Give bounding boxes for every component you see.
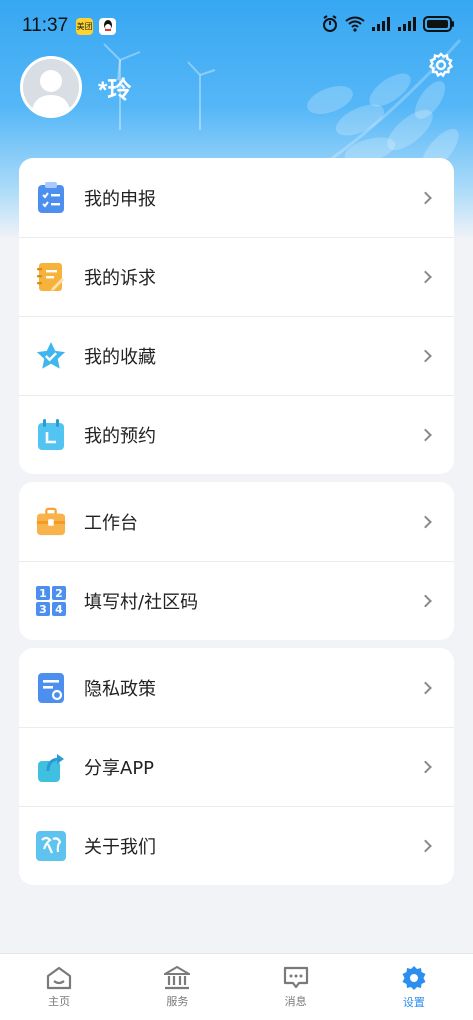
chevron-right-icon xyxy=(419,515,432,528)
gear-icon xyxy=(402,965,426,990)
notebook-pen-icon xyxy=(36,261,66,293)
menu-card-work: 工作台 1234 填写村/社区码 xyxy=(19,482,454,640)
menu-item-label: 工作台 xyxy=(84,512,138,534)
chevron-right-icon xyxy=(419,191,432,204)
menu-item-label: 填写村/社区码 xyxy=(84,591,199,613)
chevron-right-icon xyxy=(419,760,432,773)
about-logo-icon xyxy=(36,830,66,862)
svg-text:4: 4 xyxy=(55,603,63,616)
chevron-right-icon xyxy=(419,349,432,362)
menu-card-about: 隐私政策 分享APP 关于我们 xyxy=(19,648,454,885)
tab-label: 服务 xyxy=(166,994,189,1008)
svg-text:2: 2 xyxy=(55,587,63,600)
bottom-tab-bar: 主页 服务 消息 设置 xyxy=(0,953,473,1020)
battery-icon xyxy=(423,16,455,36)
chevron-right-icon xyxy=(419,681,432,694)
gear-icon xyxy=(428,52,454,78)
chevron-right-icon xyxy=(419,428,432,441)
number-grid-icon: 1234 xyxy=(36,585,66,617)
status-time: 11:37 xyxy=(22,15,69,36)
calendar-icon xyxy=(36,418,66,451)
menu-item-label: 隐私政策 xyxy=(84,678,156,700)
clipboard-checklist-icon xyxy=(36,181,66,214)
chevron-right-icon xyxy=(419,594,432,607)
chevron-right-icon xyxy=(419,839,432,852)
tab-label: 消息 xyxy=(284,994,307,1008)
chevron-right-icon xyxy=(419,270,432,283)
user-profile[interactable]: *玲 xyxy=(20,56,131,118)
svg-text:3: 3 xyxy=(39,603,47,616)
home-icon xyxy=(47,966,72,989)
menu-item-label: 我的申报 xyxy=(84,188,156,210)
menu-item-share-app[interactable]: 分享APP xyxy=(19,727,454,806)
svg-text:1: 1 xyxy=(39,587,47,600)
menu-item-community-code[interactable]: 1234 填写村/社区码 xyxy=(19,561,454,640)
signal-icon xyxy=(371,16,391,36)
menu-item-about-us[interactable]: 关于我们 xyxy=(19,806,454,885)
menu-item-label: 关于我们 xyxy=(84,836,156,858)
menu-item-my-favorites[interactable]: 我的收藏 xyxy=(19,316,454,395)
menu-item-label: 我的预约 xyxy=(84,425,156,447)
settings-button[interactable] xyxy=(426,50,456,80)
tab-label: 主页 xyxy=(48,994,71,1008)
menu-item-privacy-policy[interactable]: 隐私政策 xyxy=(19,648,454,727)
message-icon xyxy=(283,966,308,988)
menu-item-my-appointments[interactable]: 我的预约 xyxy=(19,395,454,474)
star-check-icon xyxy=(36,340,66,372)
wifi-icon xyxy=(345,16,365,36)
menu-item-workbench[interactable]: 工作台 xyxy=(19,482,454,561)
tab-home[interactable]: 主页 xyxy=(0,954,118,1020)
menu-item-label: 我的诉求 xyxy=(84,267,156,289)
menu-item-my-declarations[interactable]: 我的申报 xyxy=(19,158,454,237)
tab-messages[interactable]: 消息 xyxy=(237,954,355,1020)
menu-item-label: 分享APP xyxy=(84,757,155,779)
menu-item-my-appeals[interactable]: 我的诉求 xyxy=(19,237,454,316)
qq-icon xyxy=(99,17,117,35)
signal-icon xyxy=(397,16,417,36)
bank-icon xyxy=(164,965,191,989)
tab-label: 设置 xyxy=(402,995,425,1009)
share-arrow-icon xyxy=(36,751,66,783)
menu-card-personal: 我的申报 我的诉求 我的收藏 我的预约 xyxy=(19,158,454,474)
alarm-icon xyxy=(321,15,339,37)
menu-item-label: 我的收藏 xyxy=(84,346,156,368)
tab-services[interactable]: 服务 xyxy=(118,954,236,1020)
policy-document-icon xyxy=(36,672,66,704)
avatar[interactable] xyxy=(20,56,82,118)
status-bar: 11:37 美团 xyxy=(0,0,473,52)
briefcase-icon xyxy=(36,506,66,538)
username: *玲 xyxy=(98,76,132,104)
tab-settings[interactable]: 设置 xyxy=(355,954,473,1020)
meituan-icon: 美团 xyxy=(76,17,94,35)
